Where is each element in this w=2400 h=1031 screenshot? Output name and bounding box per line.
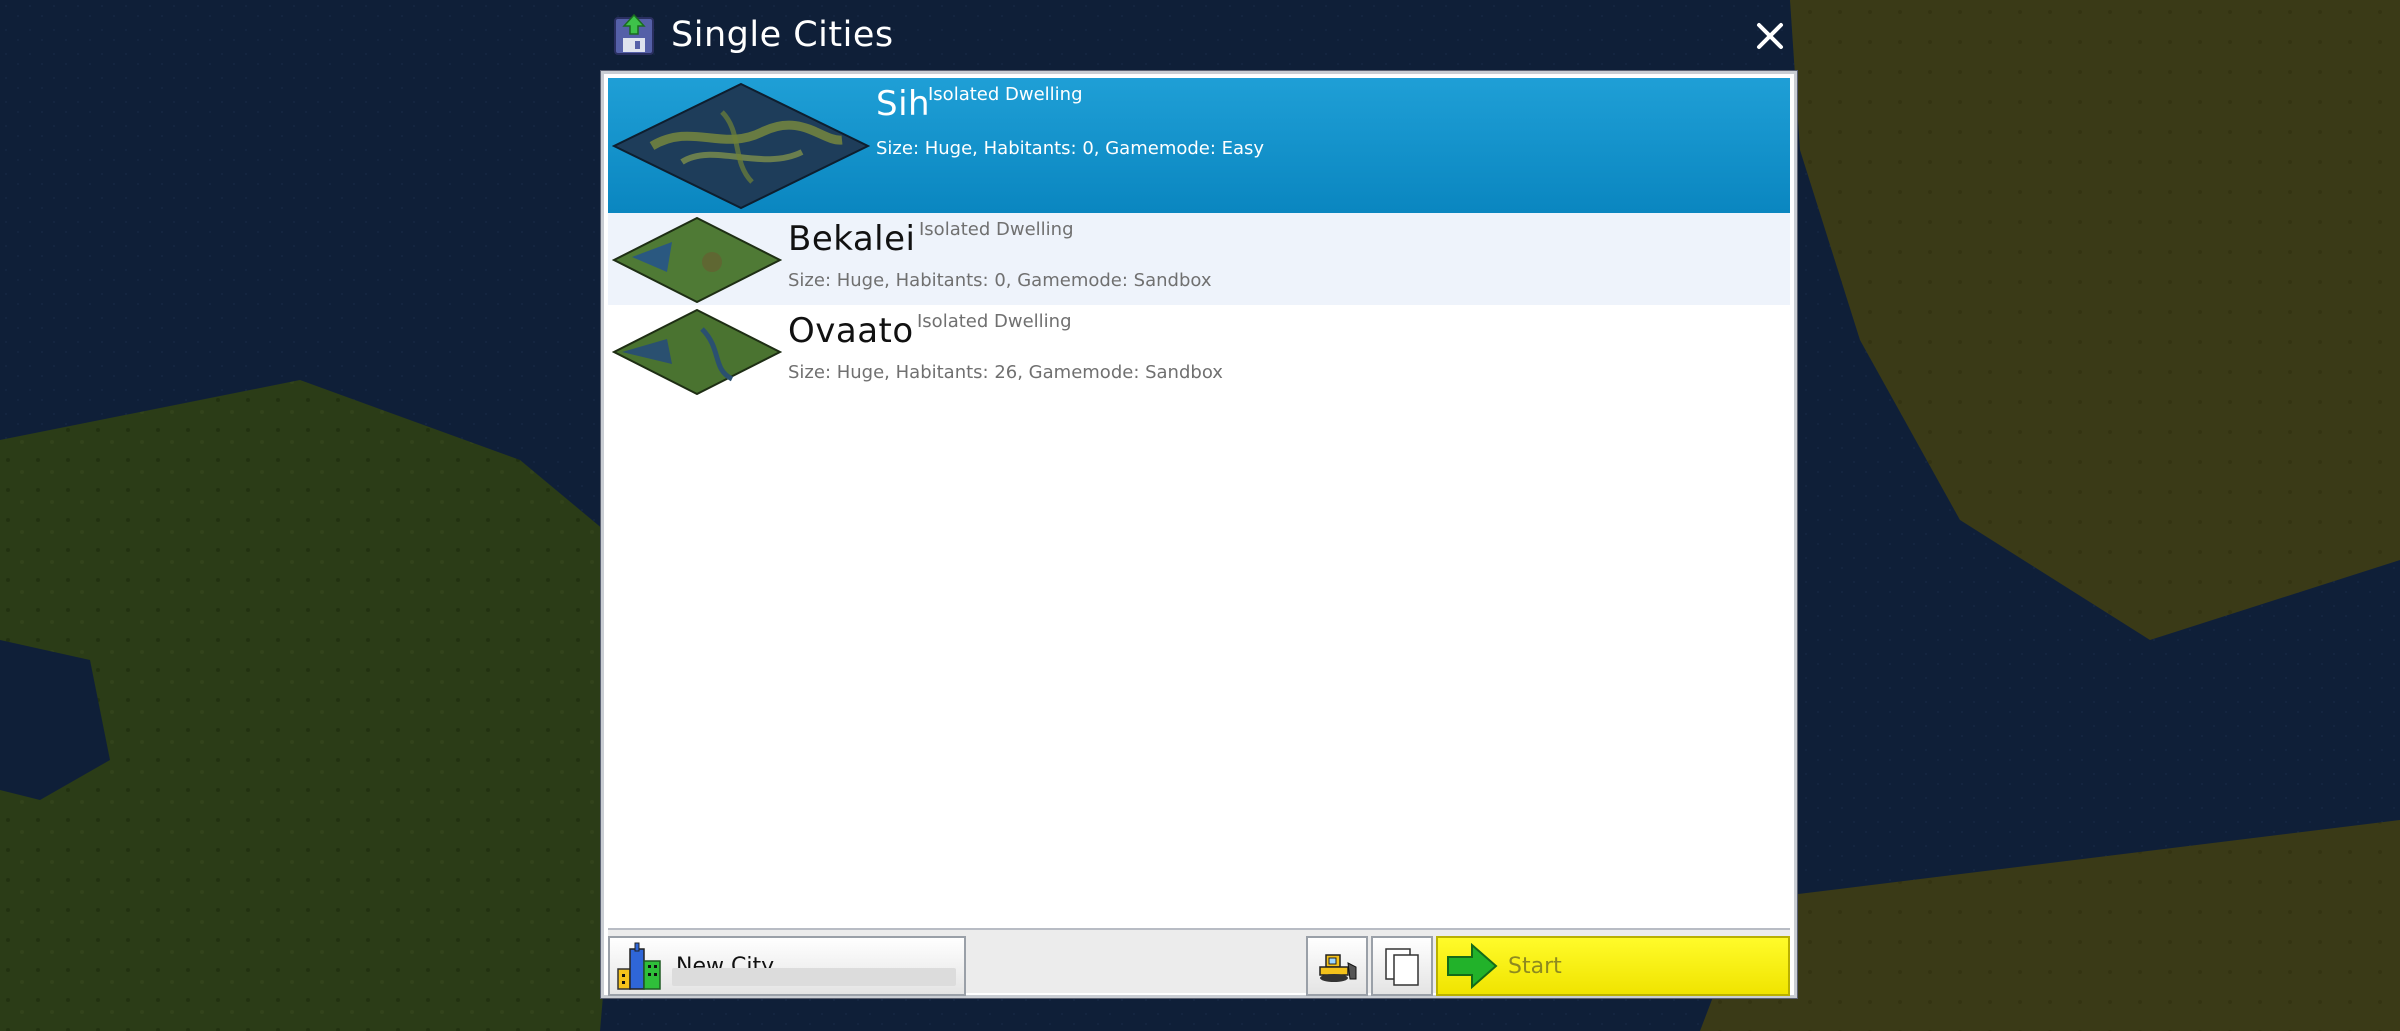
city-map-thumbnail	[612, 217, 782, 303]
bulldozer-button[interactable]	[1306, 936, 1368, 996]
close-icon[interactable]	[1750, 16, 1790, 56]
new-city-progress-bar	[672, 968, 956, 986]
green-arrow-icon	[1447, 943, 1498, 989]
start-label: Start	[1508, 953, 1562, 979]
new-city-button[interactable]: New City	[608, 936, 966, 996]
city-name: Ovaato	[788, 311, 914, 351]
city-row-bekalei[interactable]: Bekalei Isolated Dwelling Size: Huge, Ha…	[608, 213, 1790, 305]
city-row-sih[interactable]: Sih Isolated Dwelling Size: Huge, Habita…	[608, 78, 1790, 213]
copy-icon	[1385, 948, 1419, 986]
city-name: Bekalei	[788, 219, 916, 259]
city-map-thumbnail	[612, 82, 870, 210]
city-info: Size: Huge, Habitants: 0, Gamemode: Easy	[876, 138, 1265, 159]
city-list-panel: Sih Isolated Dwelling Size: Huge, Habita…	[601, 71, 1797, 998]
city-kind: Isolated Dwelling	[917, 311, 1072, 332]
city-info: Size: Huge, Habitants: 0, Gamemode: Sand…	[788, 270, 1212, 291]
city-kind: Isolated Dwelling	[928, 84, 1083, 105]
city-info: Size: Huge, Habitants: 26, Gamemode: San…	[788, 362, 1223, 383]
bottom-toolbar: New City Start	[608, 928, 1790, 996]
city-name: Sih	[876, 84, 931, 124]
copy-button[interactable]	[1371, 936, 1433, 996]
save-disk-icon	[614, 14, 654, 55]
city-kind: Isolated Dwelling	[919, 219, 1074, 240]
dialog-title-bar: Single Cities	[613, 12, 894, 58]
city-map-thumbnail	[612, 309, 782, 395]
city-list[interactable]: Sih Isolated Dwelling Size: Huge, Habita…	[608, 78, 1790, 928]
bulldozer-icon	[1319, 954, 1357, 982]
start-button[interactable]: Start	[1436, 936, 1790, 996]
city-buildings-icon	[617, 942, 661, 990]
dialog-title: Single Cities	[671, 15, 894, 55]
city-row-ovaato[interactable]: Ovaato Isolated Dwelling Size: Huge, Hab…	[608, 305, 1790, 397]
